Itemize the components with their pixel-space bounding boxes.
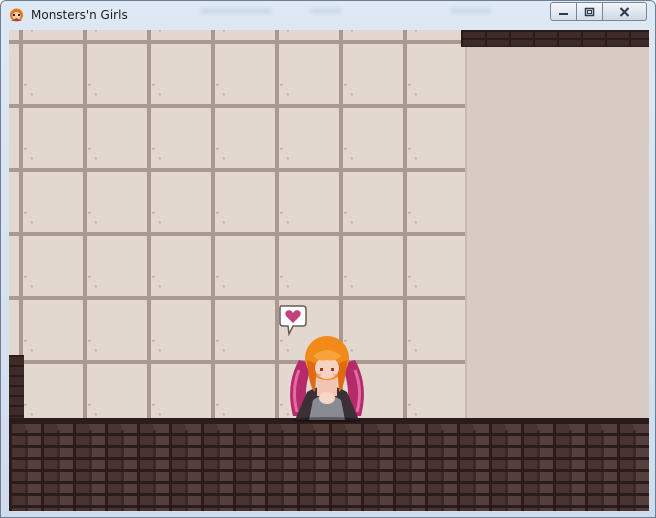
minimize-icon <box>559 13 568 15</box>
window-title: Monsters'n Girls <box>31 8 128 22</box>
left-brick-post <box>9 355 24 425</box>
brick-floor-pattern <box>9 430 649 511</box>
game-window: Monsters'n Girls <box>0 0 656 518</box>
restore-icon <box>584 7 595 16</box>
window-controls <box>550 2 647 21</box>
plain-wall <box>465 30 649 418</box>
title-bar[interactable]: Monsters'n Girls <box>1 1 655 29</box>
close-button[interactable] <box>602 2 647 21</box>
close-icon <box>619 6 630 17</box>
maximize-button[interactable] <box>576 2 603 21</box>
minimize-button[interactable] <box>550 2 577 21</box>
ceiling-brick-ledge <box>461 30 649 47</box>
game-canvas[interactable] <box>9 30 649 511</box>
app-icon <box>10 8 23 22</box>
title-bar-reflection <box>191 3 501 23</box>
winged-girl-sprite <box>290 336 364 422</box>
